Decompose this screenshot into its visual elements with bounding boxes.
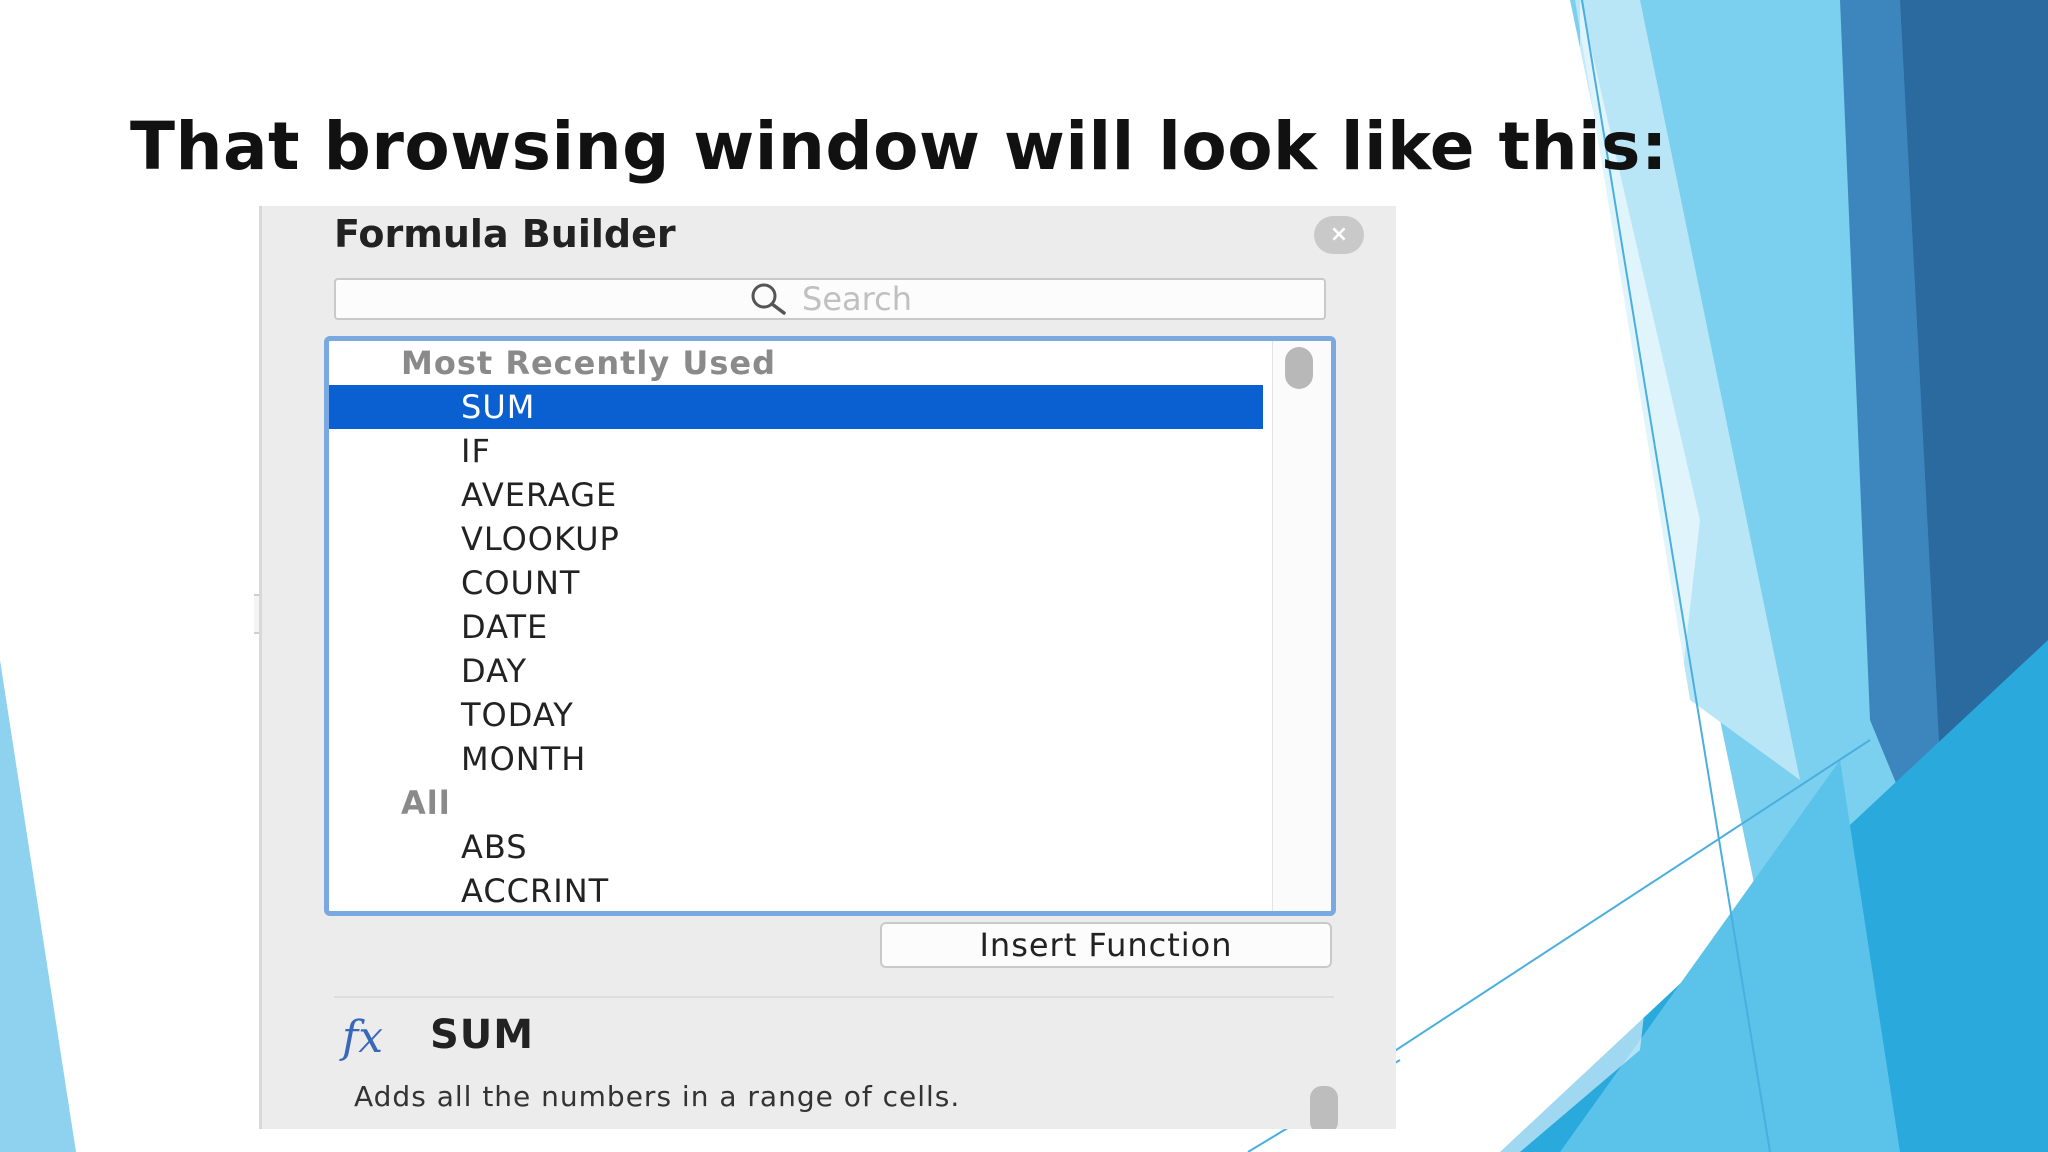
function-list-rows: Most Recently Used SUM IF AVERAGE VLOOKUP COU… [329, 341, 1263, 911]
function-list-item[interactable]: DATE [329, 605, 1263, 649]
function-list-item[interactable]: DAY [329, 649, 1263, 693]
search-placeholder: Search [802, 280, 912, 318]
function-list-item[interactable]: ACCRINT [329, 869, 1263, 911]
selected-function-description: Adds all the numbers in a range of cells… [354, 1080, 961, 1113]
divider [334, 996, 1334, 998]
formula-builder-panel: Formula Builder × Search Most Recently U… [259, 206, 1396, 1129]
function-list-item[interactable]: TODAY [329, 693, 1263, 737]
search-icon [751, 283, 786, 315]
selected-function-name: SUM [430, 1012, 535, 1058]
function-list-item[interactable]: ABS [329, 825, 1263, 869]
function-list[interactable]: Most Recently Used SUM IF AVERAGE VLOOKUP COU… [324, 336, 1336, 916]
function-list-item[interactable]: COUNT [329, 561, 1263, 605]
description-scroll-thumb[interactable] [1310, 1086, 1338, 1129]
function-list-item[interactable]: VLOOKUP [329, 517, 1263, 561]
function-list-item[interactable]: AVERAGE [329, 473, 1263, 517]
insert-function-button[interactable]: Insert Function [880, 922, 1332, 968]
list-scrollbar[interactable] [1272, 341, 1331, 911]
function-fx-icon: fx [342, 1012, 384, 1063]
list-scroll-thumb[interactable] [1285, 347, 1313, 389]
close-icon: × [1329, 222, 1349, 247]
function-list-item[interactable]: SUM [329, 385, 1263, 429]
list-section-header: Most Recently Used [401, 344, 777, 382]
list-section-header: All [401, 784, 451, 822]
close-button[interactable]: × [1314, 216, 1364, 254]
slide-title: That browsing window will look like this… [130, 108, 1668, 185]
panel-title: Formula Builder [334, 212, 676, 256]
deco-left-band [0, 660, 76, 1152]
function-list-item[interactable]: IF [329, 429, 1263, 473]
search-input[interactable]: Search [334, 278, 1326, 320]
function-list-item[interactable]: MONTH [329, 737, 1263, 781]
